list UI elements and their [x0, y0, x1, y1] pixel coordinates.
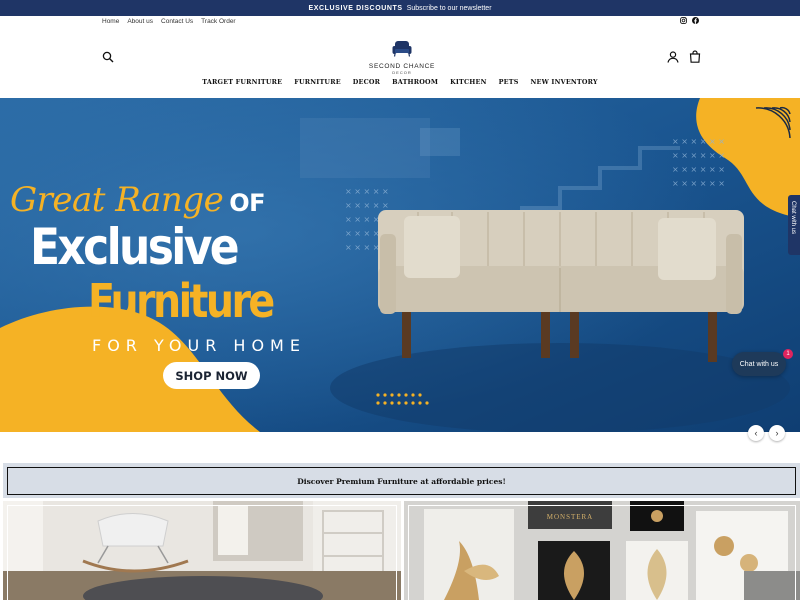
chat-bubble-button[interactable]: Chat with us — [732, 352, 786, 376]
tile-frame — [7, 505, 397, 600]
nav-pets[interactable]: PETS — [499, 78, 519, 86]
svg-text:× × × × × ×: × × × × × × — [672, 179, 725, 188]
announcement-text: Subscribe to our newsletter — [406, 4, 492, 12]
announcement-bar[interactable]: EXCLUSIVE DISCOUNTS Subscribe to our new… — [0, 0, 800, 16]
svg-text:× × × × ×: × × × × × — [345, 201, 389, 210]
chat-side-tab[interactable]: Chat with us — [788, 195, 800, 255]
link-contact-us[interactable]: Contact Us — [161, 18, 193, 25]
instagram-icon[interactable] — [680, 17, 687, 24]
nav-bathroom[interactable]: BATHROOM — [392, 78, 438, 86]
svg-text:× × × × × ×: × × × × × × — [672, 137, 725, 146]
collection-tile-decor[interactable]: MONSTERA — [404, 501, 800, 600]
hero-line-1: Great Range OF — [10, 180, 266, 220]
hero-of: OF — [229, 189, 266, 217]
logo-sub: DECOR — [392, 70, 412, 75]
tile-frame — [408, 505, 796, 600]
link-track-order[interactable]: Track Order — [201, 18, 235, 25]
announcement-bold: EXCLUSIVE DISCOUNTS — [308, 4, 403, 12]
nav-target-furniture[interactable]: TARGET FURNITURE — [202, 78, 282, 86]
slider-next-button[interactable]: › — [769, 425, 785, 441]
site-logo[interactable]: SECOND CHANCE DECOR — [362, 40, 442, 75]
logo-name: SECOND CHANCE — [368, 63, 436, 70]
account-icon[interactable] — [667, 51, 679, 63]
promo-text: Discover Premium Furniture at affordable… — [7, 467, 796, 495]
shop-now-button[interactable]: SHOP NOW — [163, 362, 260, 389]
svg-text:× × × × ×: × × × × × — [345, 187, 389, 196]
chevron-right-icon: › — [775, 428, 779, 438]
hero-line-3: Furniture — [88, 274, 275, 328]
nav-kitchen[interactable]: KITCHEN — [450, 78, 487, 86]
search-icon[interactable] — [102, 51, 114, 63]
promo-banner: Discover Premium Furniture at affordable… — [3, 463, 800, 498]
hero-banner[interactable]: × × × × × × × × × × × × × × × × × × × × … — [0, 98, 800, 432]
nav-decor[interactable]: DECOR — [353, 78, 380, 86]
utility-bar: Home About us Contact Us Track Order — [0, 16, 800, 29]
hero-script: Great Range — [10, 180, 224, 220]
chat-badge: 1 — [783, 349, 793, 359]
slider-prev-button[interactable]: ‹ — [748, 425, 764, 441]
svg-text:× × × × × ×: × × × × × × — [672, 151, 725, 160]
main-nav: TARGET FURNITURE FURNITURE DECOR BATHROO… — [0, 78, 800, 86]
link-home[interactable]: Home — [102, 18, 119, 25]
nav-new-inventory[interactable]: NEW INVENTORY — [531, 78, 598, 86]
chat-tab-label: Chat with us — [790, 201, 796, 235]
hero-line-4: FOR YOUR HOME — [92, 336, 306, 355]
collection-tile-living[interactable] — [3, 501, 401, 600]
svg-text:× × × × × ×: × × × × × × — [672, 165, 725, 174]
cart-icon[interactable] — [689, 50, 701, 63]
site-header: SECOND CHANCE DECOR TARGET FURNITURE FUR… — [0, 30, 800, 98]
facebook-icon[interactable] — [692, 17, 699, 24]
hero-line-2: Exclusive — [30, 218, 240, 276]
nav-furniture[interactable]: FURNITURE — [294, 78, 341, 86]
chevron-left-icon: ‹ — [754, 428, 758, 438]
link-about-us[interactable]: About us — [127, 18, 153, 25]
armchair-icon — [392, 41, 412, 57]
